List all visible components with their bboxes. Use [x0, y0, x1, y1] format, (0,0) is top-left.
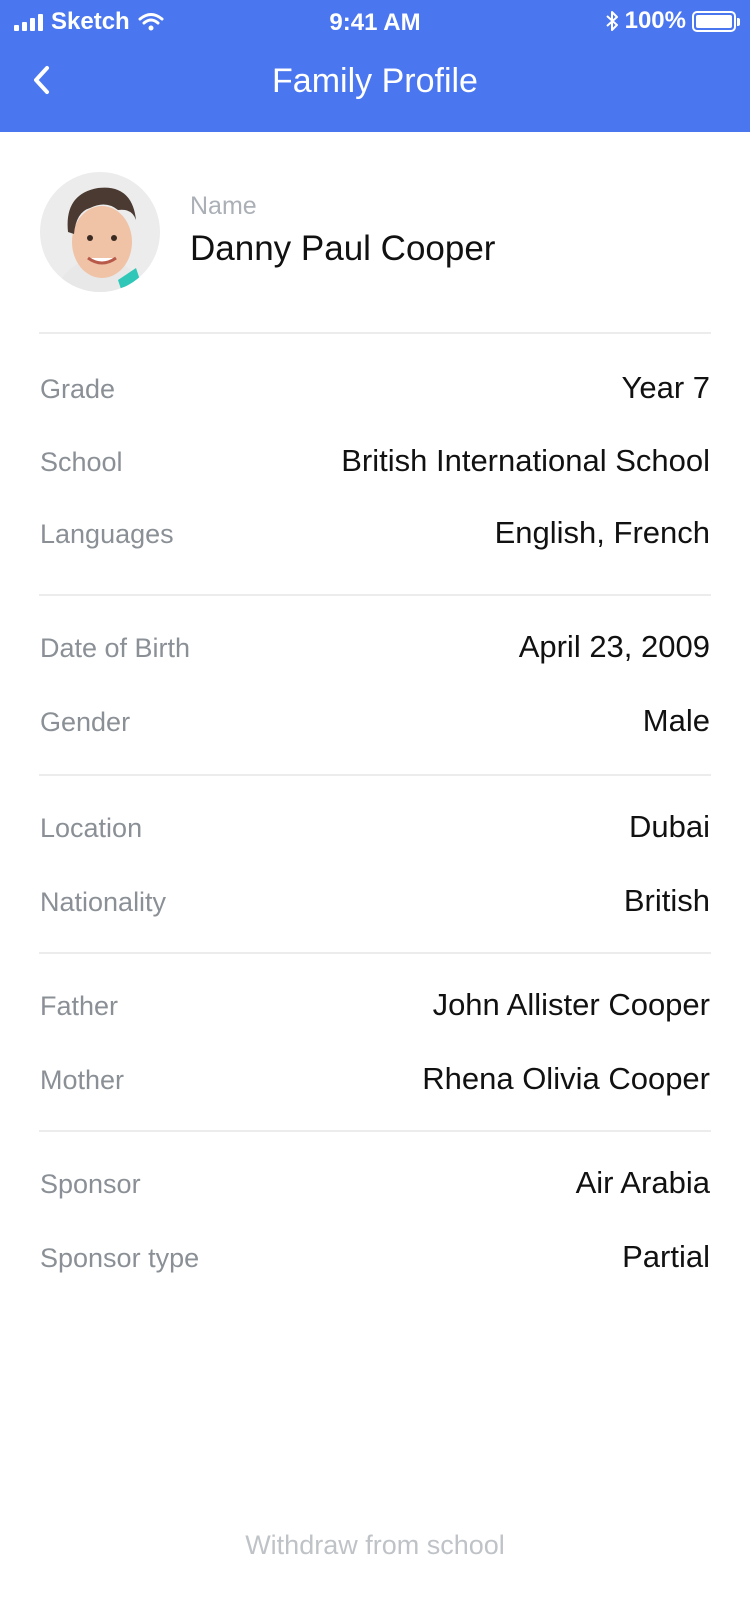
detail-row-grade: Grade Year 7	[40, 368, 710, 412]
detail-row-school: School British International School	[40, 441, 710, 485]
row-value: Air Arabia	[575, 1165, 710, 1200]
bluetooth-icon	[605, 11, 618, 31]
divider	[39, 774, 711, 776]
row-value: British	[623, 883, 710, 918]
row-label: Sponsor type	[40, 1243, 200, 1273]
row-label: Languages	[40, 519, 174, 549]
detail-row-languages: Languages English, French	[40, 513, 710, 557]
row-label: Location	[40, 813, 143, 843]
detail-row-location: Location Dubai	[40, 807, 710, 851]
name-value: Danny Paul Cooper	[190, 229, 496, 268]
row-value: Dubai	[629, 809, 710, 844]
row-value: April 23, 2009	[518, 629, 710, 664]
detail-row-nationality: Nationality British	[40, 881, 710, 925]
avatar	[40, 172, 160, 292]
row-value: British International School	[341, 443, 710, 478]
row-label: Grade	[40, 374, 116, 404]
app-header: Sketch 9:41 AM 100% Family Profile	[0, 0, 750, 132]
avatar-photo	[40, 172, 160, 292]
detail-row-gender: Gender Male	[40, 701, 710, 745]
page-title: Family Profile	[272, 62, 478, 100]
divider	[39, 1130, 711, 1132]
row-value: Male	[642, 703, 710, 738]
divider	[39, 952, 711, 954]
row-label: Father	[40, 991, 119, 1021]
detail-row-mother: Mother Rhena Olivia Cooper	[40, 1059, 710, 1103]
row-label: Sponsor	[40, 1169, 141, 1199]
row-value: English, French	[494, 515, 710, 550]
detail-row-date-of-birth: Date of Birth April 23, 2009	[40, 627, 710, 671]
row-value: John Allister Cooper	[432, 987, 710, 1022]
name-label: Name	[190, 192, 257, 220]
battery-fill	[696, 14, 732, 28]
battery-percent: 100%	[624, 7, 686, 34]
row-label: Mother	[40, 1065, 125, 1095]
nav-bar: Family Profile	[0, 44, 750, 132]
divider	[39, 594, 711, 596]
row-label: School	[40, 447, 123, 477]
detail-row-sponsor: Sponsor Air Arabia	[40, 1163, 710, 1207]
status-right: 100%	[605, 7, 740, 35]
row-label: Gender	[40, 707, 131, 737]
status-bar: Sketch 9:41 AM 100%	[0, 0, 750, 44]
battery-icon	[692, 10, 740, 32]
row-value: Partial	[622, 1239, 710, 1274]
detail-row-father: Father John Allister Cooper	[40, 985, 710, 1029]
withdraw-button[interactable]: Withdraw from school	[0, 1530, 750, 1561]
row-label: Date of Birth	[40, 633, 191, 663]
row-value: Year 7	[621, 370, 711, 405]
detail-row-sponsor-type: Sponsor type Partial	[40, 1237, 710, 1281]
divider	[39, 332, 711, 334]
row-label: Nationality	[40, 887, 167, 917]
row-value: Rhena Olivia Cooper	[422, 1061, 710, 1096]
profile-header: Name Danny Paul Cooper	[40, 172, 710, 292]
